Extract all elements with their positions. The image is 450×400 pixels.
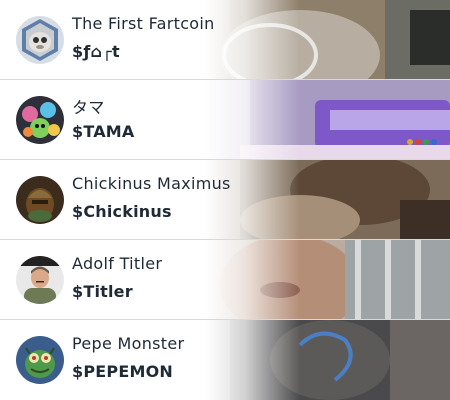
- warrior-helmet-painting-icon: [16, 176, 64, 224]
- cartoon-creatures-collage-icon: [16, 96, 64, 144]
- token-row[interactable]: The First Fartcoin $ƒ⌂┌t: [0, 0, 450, 80]
- row-fade-overlay: [0, 80, 450, 159]
- token-list: The First Fartcoin $ƒ⌂┌t タマ $TAMA Chicki…: [0, 0, 450, 400]
- token-name: Chickinus Maximus: [72, 174, 231, 193]
- row-fade-overlay: [0, 320, 450, 400]
- token-row[interactable]: Chickinus Maximus $Chickinus: [0, 160, 450, 240]
- token-ticker: $TAMA: [72, 122, 135, 141]
- row-fade-overlay: [0, 240, 450, 319]
- token-ticker: $Chickinus: [72, 202, 172, 221]
- token-ticker: $PEPEMON: [72, 362, 173, 381]
- token-name: The First Fartcoin: [72, 14, 215, 33]
- token-name: Pepe Monster: [72, 334, 185, 353]
- green-frog-monster-icon: [16, 336, 64, 384]
- row-fade-overlay: [0, 0, 450, 79]
- token-ticker: $ƒ⌂┌t: [72, 42, 120, 61]
- token-row[interactable]: Adolf Titler $Titler: [0, 240, 450, 320]
- portrait-photo-icon: [16, 256, 64, 304]
- token-ticker: $Titler: [72, 282, 133, 301]
- silver-creature-hexagon-badge-icon: [16, 16, 64, 64]
- token-name: タマ: [72, 98, 105, 117]
- token-row[interactable]: タマ $TAMA: [0, 80, 450, 160]
- row-fade-overlay: [0, 160, 450, 239]
- token-row[interactable]: Pepe Monster $PEPEMON: [0, 320, 450, 400]
- token-name: Adolf Titler: [72, 254, 163, 273]
